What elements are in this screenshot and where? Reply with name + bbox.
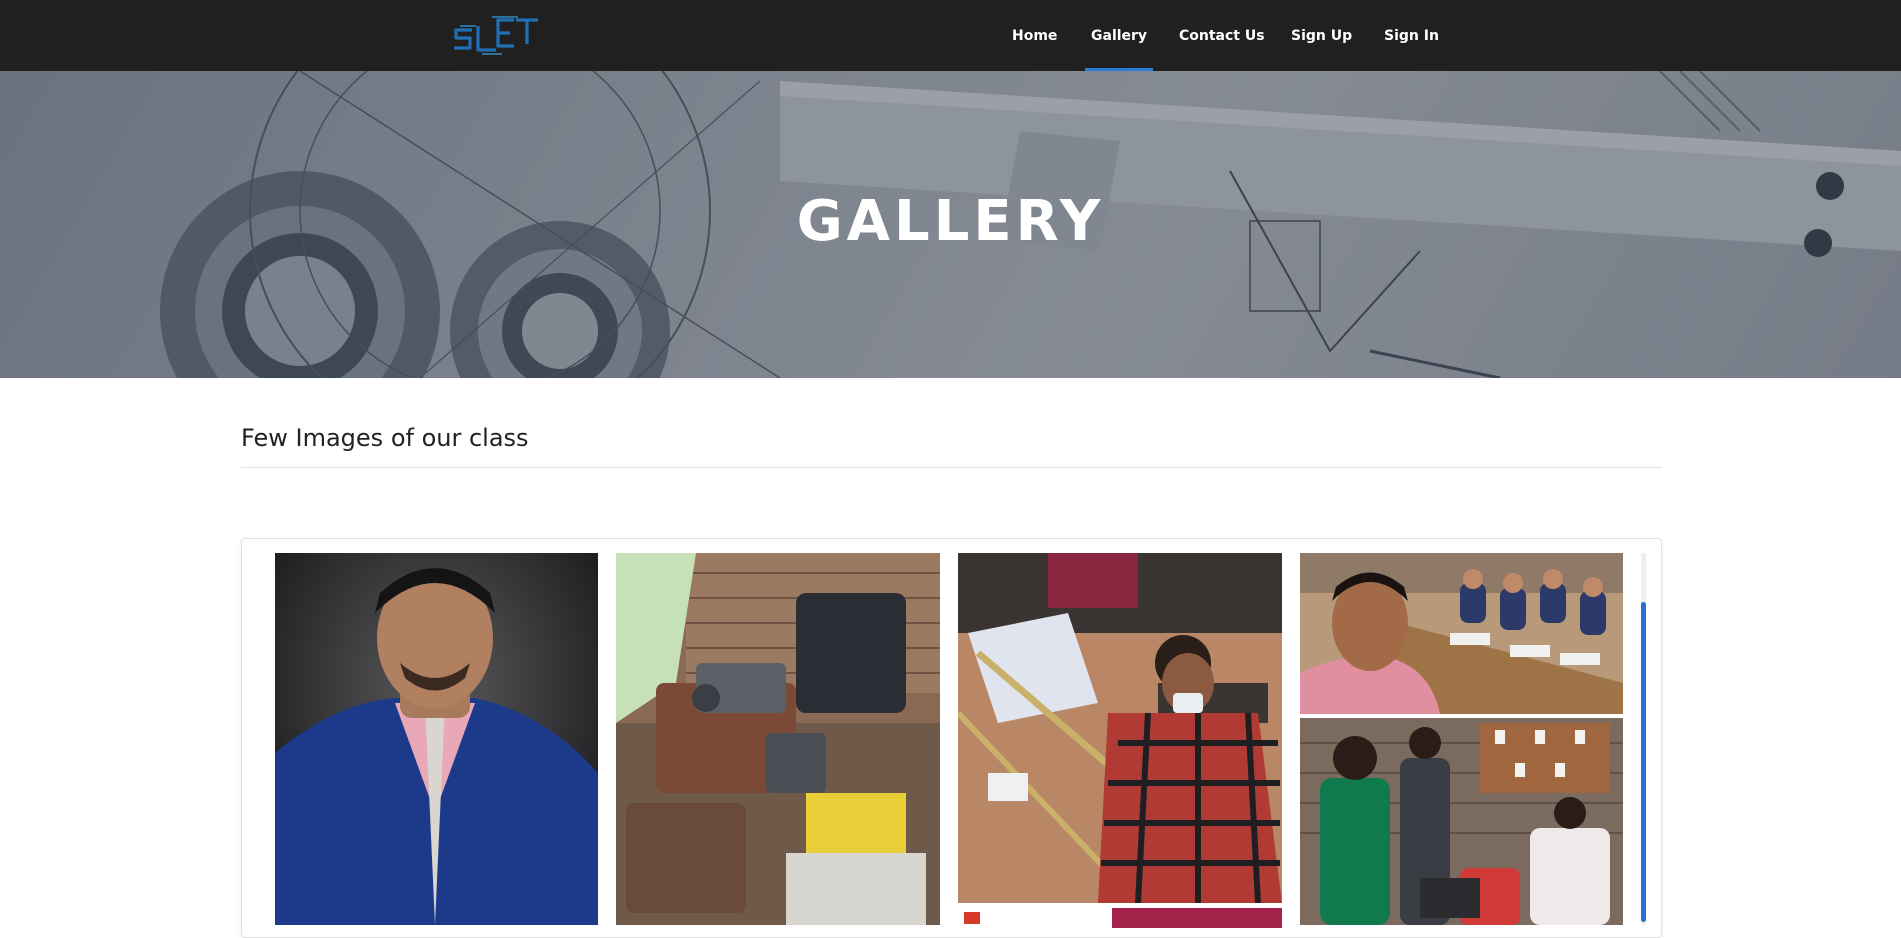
- students-electrical-lab-photo[interactable]: [1300, 718, 1623, 925]
- poster-thumbnail-photo[interactable]: [958, 908, 1282, 928]
- student-wiring-board-photo[interactable]: [958, 553, 1282, 903]
- hero-banner: GALLERY: [0, 71, 1901, 378]
- engine-parts-workshop-photo[interactable]: [616, 553, 940, 925]
- nav-sign-up[interactable]: Sign Up: [1291, 0, 1352, 71]
- logo-graphic: [454, 16, 538, 55]
- page-title: GALLERY: [796, 189, 1105, 254]
- site-logo[interactable]: [452, 14, 576, 60]
- gallery-scrollbar-thumb[interactable]: [1641, 602, 1646, 922]
- classroom-selfie-photo[interactable]: [1300, 553, 1623, 714]
- section-title: Few Images of our class: [241, 424, 529, 452]
- nav-gallery[interactable]: Gallery: [1084, 0, 1154, 71]
- top-navbar: Home Gallery Contact Us Sign Up Sign In: [0, 0, 1901, 71]
- student-portrait-photo[interactable]: [275, 553, 598, 925]
- nav-sign-in[interactable]: Sign In: [1384, 0, 1439, 71]
- nav-home[interactable]: Home: [1012, 0, 1057, 71]
- nav-contact-us[interactable]: Contact Us: [1179, 0, 1265, 71]
- section-divider: [241, 467, 1662, 468]
